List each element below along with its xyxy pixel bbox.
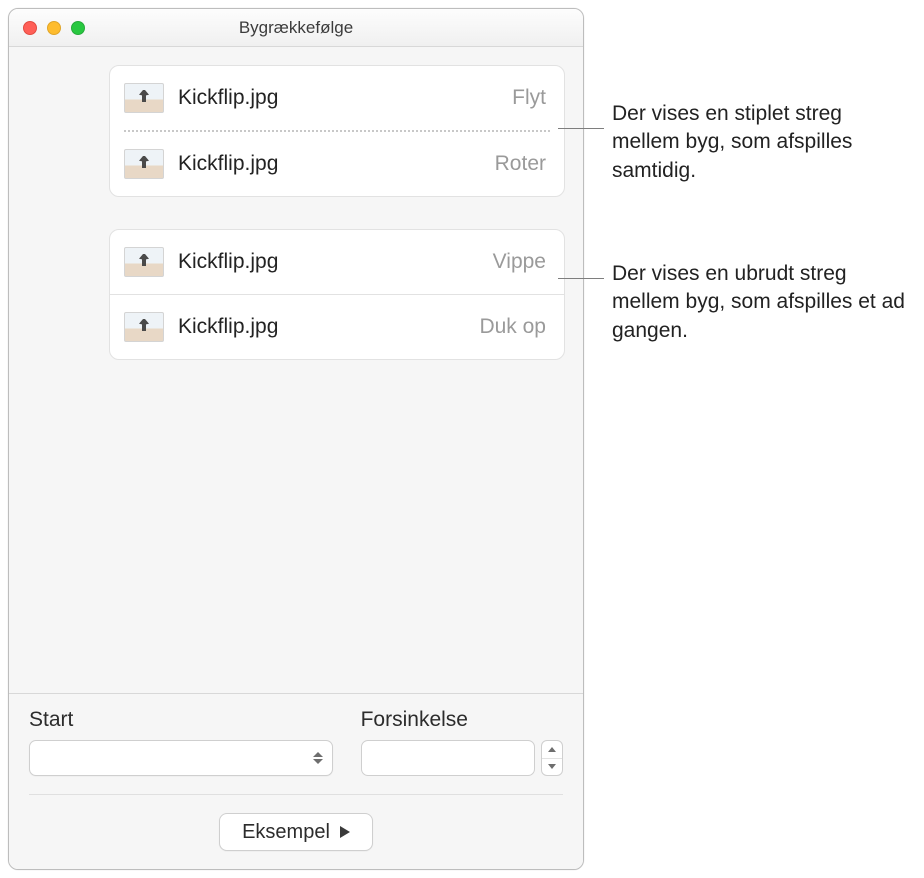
thumbnail-icon [124, 247, 164, 277]
preview-button[interactable]: Eksempel [219, 813, 373, 851]
effect-label: Vippe [493, 250, 546, 274]
minimize-button[interactable] [47, 21, 61, 35]
start-control: Start [29, 708, 333, 776]
preview-label: Eksempel [242, 821, 330, 844]
callout-dashed: Der vises en stiplet streg mellem byg, s… [612, 100, 912, 185]
build-group: 3 Kickflip.jpg Vippe 4 Kickflip.jpg Duk … [109, 229, 565, 360]
build-row[interactable]: 2 Kickflip.jpg Roter [110, 132, 564, 196]
start-select[interactable] [29, 740, 333, 776]
filename-label: Kickflip.jpg [178, 152, 495, 176]
build-row[interactable]: 3 Kickflip.jpg Vippe [110, 230, 564, 294]
delay-control: Forsinkelse [361, 708, 563, 776]
build-list: 1 Kickflip.jpg Flyt 2 Kickflip.jpg Roter… [9, 47, 583, 651]
controls-row: Start Forsinkelse [29, 708, 563, 776]
effect-label: Roter [495, 152, 546, 176]
start-label: Start [29, 708, 333, 732]
effect-label: Duk op [479, 315, 546, 339]
delay-input[interactable] [361, 740, 535, 776]
thumbnail-icon [124, 149, 164, 179]
callout-line [558, 128, 604, 129]
stepper-up-icon[interactable] [542, 741, 562, 759]
filename-label: Kickflip.jpg [178, 315, 479, 339]
stepper-down-icon[interactable] [542, 759, 562, 776]
close-button[interactable] [23, 21, 37, 35]
filename-label: Kickflip.jpg [178, 250, 493, 274]
chevron-updown-icon [312, 752, 324, 764]
delay-label: Forsinkelse [361, 708, 563, 732]
effect-label: Flyt [512, 86, 546, 110]
window-title: Bygrækkefølge [9, 18, 583, 38]
play-icon [340, 826, 350, 838]
divider [29, 794, 563, 795]
build-row[interactable]: 1 Kickflip.jpg Flyt [110, 66, 564, 130]
traffic-lights [9, 21, 85, 35]
thumbnail-icon [124, 312, 164, 342]
bottom-panel: Start Forsinkelse [9, 693, 583, 869]
titlebar: Bygrækkefølge [9, 9, 583, 47]
delay-stepper[interactable] [541, 740, 563, 776]
build-group: 1 Kickflip.jpg Flyt 2 Kickflip.jpg Roter [109, 65, 565, 197]
preview-row: Eksempel [29, 813, 563, 851]
callout-line [558, 278, 604, 279]
maximize-button[interactable] [71, 21, 85, 35]
build-order-window: Bygrækkefølge 1 Kickflip.jpg Flyt 2 Kick… [8, 8, 584, 870]
filename-label: Kickflip.jpg [178, 86, 512, 110]
callout-solid: Der vises en ubrudt streg mellem byg, so… [612, 260, 912, 345]
build-row[interactable]: 4 Kickflip.jpg Duk op [110, 295, 564, 359]
thumbnail-icon [124, 83, 164, 113]
